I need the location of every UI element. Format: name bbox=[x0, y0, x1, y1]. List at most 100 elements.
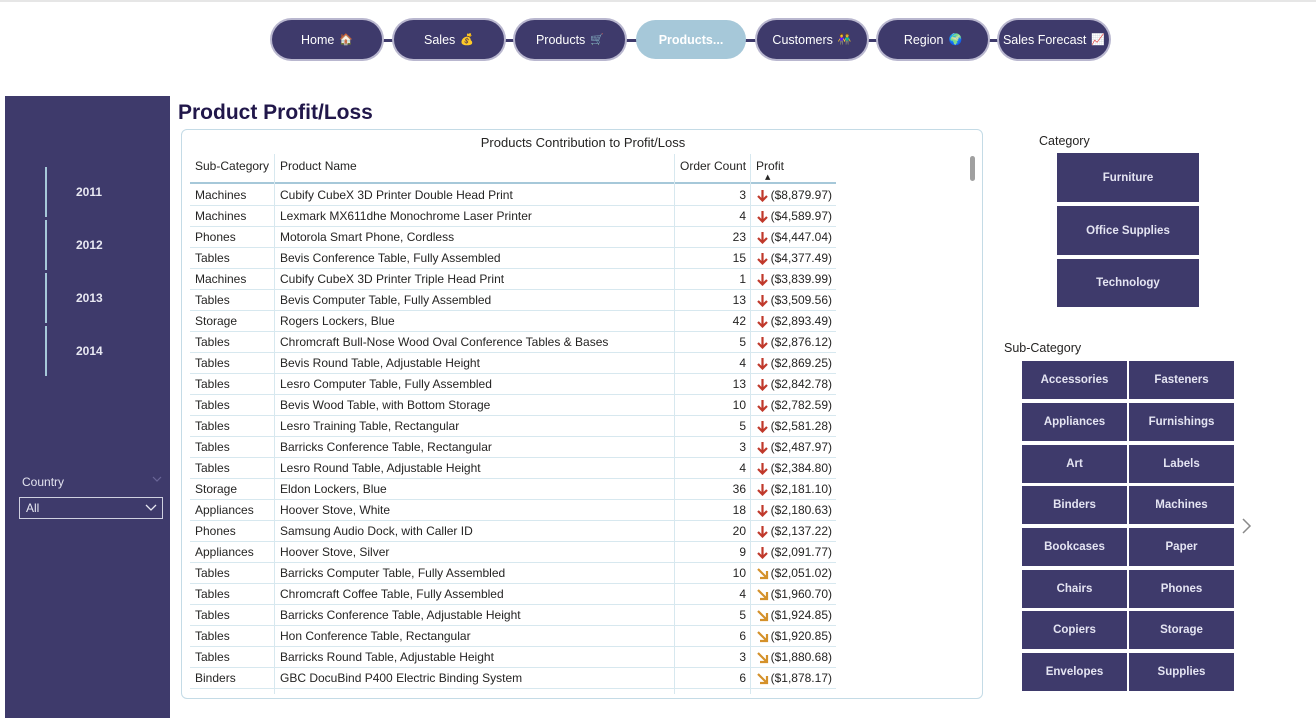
order-count-cell: 6 bbox=[739, 671, 746, 685]
subcategory-cell: Machines bbox=[195, 188, 247, 202]
table-row[interactable]: Machines Lexmark MX611dhe Monochrome Lase… bbox=[190, 206, 836, 227]
subcategory-tile-machines[interactable]: Machines bbox=[1129, 486, 1234, 524]
subcategory-tile-chairs[interactable]: Chairs bbox=[1022, 570, 1127, 608]
filter-sidebar: 2011 2012 2013 2014 Country All bbox=[5, 96, 170, 718]
product-name-cell: Cubify CubeX 3D Printer Triple Head Prin… bbox=[280, 272, 505, 286]
nav-sales-button[interactable]: Sales 💰 bbox=[394, 20, 504, 59]
arrow-down-icon bbox=[757, 190, 768, 202]
subcategory-tile-art[interactable]: Art bbox=[1022, 445, 1127, 483]
arrow-down-icon bbox=[757, 400, 768, 412]
table-row[interactable]: Tables Barricks Conference Table, Adjusta… bbox=[190, 605, 836, 626]
table-row[interactable]: Tables Barricks Computer Table, Fully Ass… bbox=[190, 563, 836, 584]
subcategory-tile-supplies[interactable]: Supplies bbox=[1129, 653, 1234, 691]
table-row[interactable]: Phones Motorola Smart Phone, Cordless 23 ($… bbox=[190, 227, 836, 248]
order-count-cell: 3 bbox=[739, 440, 746, 454]
subcategory-cell: Tables bbox=[195, 356, 230, 370]
table-row[interactable]: Tables Bevis Wood Table, with Bottom Stor… bbox=[190, 395, 836, 416]
table-row[interactable]: Tables Barricks Round Table, Adjustable H… bbox=[190, 647, 836, 668]
order-count-cell: 10 bbox=[732, 566, 746, 580]
category-tile-furniture[interactable]: Furniture bbox=[1057, 153, 1199, 202]
subcategory-tile-fasteners[interactable]: Fasteners bbox=[1129, 361, 1234, 399]
page-title: Product Profit/Loss bbox=[178, 101, 373, 124]
nav-region-button[interactable]: Region 🌍 bbox=[878, 20, 988, 59]
subcategory-cell: Tables bbox=[195, 608, 230, 622]
subcategory-tile-envelopes[interactable]: Envelopes bbox=[1022, 653, 1127, 691]
chart-icon: 📈 bbox=[1091, 34, 1106, 46]
table-row[interactable]: Tables Barricks Conference Table, Rectang… bbox=[190, 437, 836, 458]
year-slicer-2014[interactable]: 2014 bbox=[45, 326, 155, 376]
table-row[interactable]: Machines Cubify CubeX 3D Printer Double H… bbox=[190, 185, 836, 206]
subcategory-cell: Tables bbox=[195, 440, 230, 454]
column-header-subcategory[interactable]: Sub-Category bbox=[195, 159, 269, 173]
subcategory-cell: Appliances bbox=[195, 503, 254, 517]
subcategory-cell: Storage bbox=[195, 314, 238, 328]
page-navigation: Home 🏠 Sales 💰 Products 🛒 Products... Custo… bbox=[272, 20, 1112, 60]
table-row[interactable]: Tables Hon Conference Table, Rectangular 6… bbox=[190, 626, 836, 647]
nav-sales-forecast-button[interactable]: Sales Forecast 📈 bbox=[999, 20, 1109, 59]
table-row[interactable]: Storage Eldon Lockers, Blue 36 ($2,181.10) bbox=[190, 479, 836, 500]
arrow-down-icon bbox=[757, 547, 768, 559]
nav-label: Sales bbox=[424, 32, 456, 47]
arrow-down-icon bbox=[757, 358, 768, 370]
chevron-right-icon[interactable] bbox=[1240, 517, 1252, 535]
table-row[interactable]: Phones Samsung Audio Dock, with Caller ID… bbox=[190, 521, 836, 542]
table-row[interactable]: Tables Lesro Training Table, Rectangular 5… bbox=[190, 416, 836, 437]
nav-label: Region bbox=[903, 32, 944, 47]
country-dropdown[interactable]: All bbox=[19, 497, 163, 519]
subcategory-tile-bookcases[interactable]: Bookcases bbox=[1022, 528, 1127, 566]
subcategory-tile-paper[interactable]: Paper bbox=[1129, 528, 1234, 566]
arrow-down-icon bbox=[757, 379, 768, 391]
order-count-cell: 13 bbox=[732, 293, 746, 307]
country-label: Country bbox=[22, 475, 65, 489]
category-tile-office-supplies[interactable]: Office Supplies bbox=[1057, 206, 1199, 255]
table-row[interactable]: Tables Lesro Computer Table, Fully Assemb… bbox=[190, 374, 836, 395]
subcategory-tile-accessories[interactable]: Accessories bbox=[1022, 361, 1127, 399]
table-row[interactable]: Tables Chromcraft Coffee Table, Fully Ass… bbox=[190, 584, 836, 605]
subcategory-tile-copiers[interactable]: Copiers bbox=[1022, 611, 1127, 649]
column-header-profit[interactable]: Profit bbox=[756, 159, 784, 173]
table-scrollbar[interactable] bbox=[970, 156, 975, 181]
table-title: Products Contribution to Profit/Loss bbox=[480, 135, 686, 150]
arrow-down-icon bbox=[757, 316, 768, 328]
column-header-order-count[interactable]: Order Count bbox=[680, 159, 746, 173]
order-count-cell: 42 bbox=[732, 314, 746, 328]
subcategory-tile-phones[interactable]: Phones bbox=[1129, 570, 1234, 608]
nav-products-button[interactable]: Products 🛒 bbox=[515, 20, 625, 59]
nav-home-button[interactable]: Home 🏠 bbox=[272, 20, 382, 59]
arrow-down-icon bbox=[757, 274, 768, 286]
subcategory-tile-appliances[interactable]: Appliances bbox=[1022, 403, 1127, 441]
nav-products-profit-button[interactable]: Products... bbox=[636, 20, 746, 59]
table-row[interactable]: Tables Chromcraft Bull-Nose Wood Oval Con… bbox=[190, 332, 836, 353]
subcategory-tile-storage[interactable]: Storage bbox=[1129, 611, 1234, 649]
category-tile-technology[interactable]: Technology bbox=[1057, 259, 1199, 307]
order-count-cell: 36 bbox=[732, 482, 746, 496]
year-slicer-2013[interactable]: 2013 bbox=[45, 273, 155, 323]
arrow-down-icon bbox=[757, 484, 768, 496]
product-name-cell: Chromcraft Coffee Table, Fully Assembled bbox=[280, 587, 504, 601]
product-name-cell: Barricks Conference Table, Rectangular bbox=[280, 440, 492, 454]
table-row[interactable]: Appliances Hoover Stove, Silver 9 ($2,091.7… bbox=[190, 542, 836, 563]
subcategory-cell: Binders bbox=[195, 671, 236, 685]
column-header-product-name[interactable]: Product Name bbox=[280, 159, 357, 173]
table-row[interactable]: Storage Rogers Lockers, Blue 42 ($2,893.49) bbox=[190, 311, 836, 332]
table-row[interactable]: Appliances Hoover Stove, White 18 ($2,180.6… bbox=[190, 500, 836, 521]
table-row[interactable]: Tables Bevis Computer Table, Fully Assemb… bbox=[190, 290, 836, 311]
nav-customers-button[interactable]: Customers 👫 bbox=[757, 20, 867, 59]
table-header: Sub-Category Product Name Order Count Pr… bbox=[190, 154, 836, 184]
table-row[interactable]: Tables Bevis Round Table, Adjustable Heig… bbox=[190, 353, 836, 374]
table-row[interactable]: Machines Cubify CubeX 3D Printer Triple H… bbox=[190, 269, 836, 290]
subcategory-tile-furnishings[interactable]: Furnishings bbox=[1129, 403, 1234, 441]
subcategory-cell: Tables bbox=[195, 629, 230, 643]
table-row[interactable]: Tables Bevis Conference Table, Fully Asse… bbox=[190, 248, 836, 269]
subcategory-tile-binders[interactable]: Binders bbox=[1022, 486, 1127, 524]
table-row[interactable]: Tables Lesro Round Table, Adjustable Heig… bbox=[190, 458, 836, 479]
subcategory-slicer-title: Sub-Category bbox=[1004, 341, 1082, 355]
year-slicer-2011[interactable]: 2011 bbox=[45, 167, 155, 217]
subcategory-tile-labels[interactable]: Labels bbox=[1129, 445, 1234, 483]
table-row[interactable]: Binders GBC DocuBind P400 Electric Bindin… bbox=[190, 668, 836, 689]
arrow-down-icon bbox=[757, 421, 768, 433]
nav-label: Customers bbox=[772, 32, 833, 47]
collapse-chevron-icon[interactable] bbox=[152, 476, 162, 482]
year-slicer-2012[interactable]: 2012 bbox=[45, 220, 155, 270]
order-count-cell: 4 bbox=[739, 356, 746, 370]
